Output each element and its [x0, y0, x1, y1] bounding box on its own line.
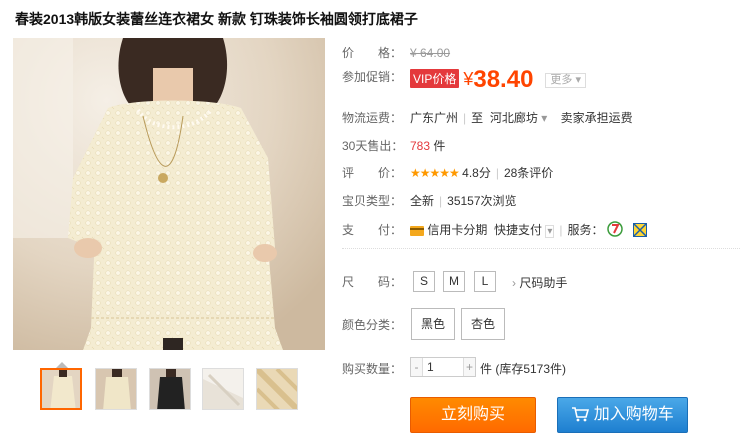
separator: |	[559, 223, 563, 237]
shopping-cart-icon	[571, 401, 590, 435]
item-type-row: 宝贝类型： 全新 | 35157次浏览	[342, 192, 517, 209]
size-helper-label: 尺码助手	[519, 276, 568, 290]
credit-card-icon	[410, 225, 424, 240]
add-to-cart-label: 加入购物车	[593, 406, 674, 423]
thumbnail-2[interactable]	[95, 368, 137, 410]
rating-label: 评 价：	[342, 166, 403, 180]
rating-row: 评 价： ★★★★★ 4.8分 | 28条评价	[342, 164, 553, 181]
item-type-label: 宝贝类型：	[342, 194, 403, 208]
ship-to-selector[interactable]: 河北廊坊 ▾	[490, 111, 547, 125]
more-label: 更多	[550, 74, 573, 86]
seven-day-return-icon[interactable]	[607, 221, 623, 240]
size-label: 尺 码：	[342, 275, 403, 289]
thumbnail-3[interactable]	[149, 368, 191, 410]
quick-pay[interactable]: 快捷支付	[494, 223, 542, 237]
main-product-image[interactable]	[13, 38, 325, 350]
separator: |	[439, 194, 443, 208]
rating-stars-icon: ★★★★★	[410, 166, 460, 180]
payment-label: 支 付：	[342, 223, 403, 237]
ship-to: 河北廊坊	[489, 111, 538, 125]
quantity-label: 购买数量：	[342, 362, 403, 376]
shipping-fee: 卖家承担运费	[560, 111, 633, 125]
size-label-row: 尺 码：	[342, 273, 410, 290]
credit-installment[interactable]: 信用卡分期	[427, 223, 487, 237]
size-option-m[interactable]: M	[443, 271, 465, 292]
buy-now-label: 立刻购买	[440, 406, 505, 423]
item-views: 35157次浏览	[447, 194, 517, 208]
vip-badge: VIP价格	[410, 69, 460, 88]
add-to-cart-button[interactable]: 加入购物车	[557, 397, 688, 433]
price-label: 价 格：	[342, 46, 403, 60]
promo-row: 参加促销： VIP价格 ¥38.40 更多 ▾	[342, 66, 587, 94]
rating-score: 4.8分	[462, 166, 491, 180]
currency-symbol: ¥	[463, 69, 474, 89]
quantity-label-row: 购买数量：	[342, 360, 410, 377]
item-condition: 全新	[410, 194, 435, 208]
sales-row: 30天售出： 783 件	[342, 137, 445, 154]
more-promotions-button[interactable]: 更多 ▾	[545, 73, 587, 88]
original-price: ¥ 64.00	[410, 46, 451, 60]
stock-text: 件 (库存5173件)	[480, 362, 567, 376]
size-option-s[interactable]: S	[413, 271, 435, 292]
quantity-decrease-button[interactable]: -	[411, 358, 423, 376]
promo-label: 参加促销：	[342, 70, 403, 84]
color-label-row: 颜色分类：	[342, 316, 410, 333]
separator: |	[495, 166, 499, 180]
color-option-black[interactable]: 黑色	[411, 308, 455, 340]
size-option-l[interactable]: L	[474, 271, 496, 292]
service-label: 服务：	[567, 223, 604, 237]
sales-count: 783	[410, 139, 431, 153]
product-title: 春装2013韩版女装蕾丝连衣裙女 新款 钉珠装饰长袖圆领打底裙子	[15, 11, 418, 27]
quick-pay-dropdown-icon[interactable]: ▾	[545, 225, 555, 238]
sales-unit: 件	[433, 139, 446, 153]
quantity-increase-button[interactable]: +	[463, 358, 475, 376]
size-helper-link[interactable]: › 尺码助手	[512, 274, 567, 291]
chevron-down-icon: ▾	[541, 111, 548, 125]
promo-price: 38.40	[473, 66, 534, 93]
shipping-row: 物流运费： 广东广州 | 至 河北廊坊 ▾ 卖家承担运费	[342, 109, 633, 126]
quantity-stepper: - +	[410, 357, 476, 377]
price-row: 价 格： ¥ 64.00	[342, 44, 450, 61]
chevron-right-icon: ›	[512, 276, 516, 290]
color-label: 颜色分类：	[342, 318, 403, 332]
chevron-down-icon: ▾	[575, 74, 582, 86]
sales-label: 30天售出：	[342, 139, 404, 153]
separator: |	[463, 111, 467, 125]
ship-from: 广东广州	[410, 111, 459, 125]
ship-to-prefix: 至	[471, 111, 484, 125]
thumbnail-5[interactable]	[256, 368, 298, 410]
buy-now-button[interactable]: 立刻购买	[410, 397, 536, 433]
quantity-input[interactable]	[424, 358, 463, 376]
reviews-link[interactable]: 28条评价	[504, 166, 553, 180]
section-divider	[342, 248, 740, 249]
payment-row: 支 付： 信用卡分期 快捷支付 ▾ | 服务：	[342, 221, 647, 240]
thumbnail-4[interactable]	[202, 368, 244, 410]
shipping-label: 物流运费：	[342, 111, 403, 125]
guarantee-badge-icon[interactable]	[632, 223, 647, 240]
thumbnail-1[interactable]	[40, 368, 82, 410]
color-option-apricot[interactable]: 杏色	[461, 308, 505, 340]
